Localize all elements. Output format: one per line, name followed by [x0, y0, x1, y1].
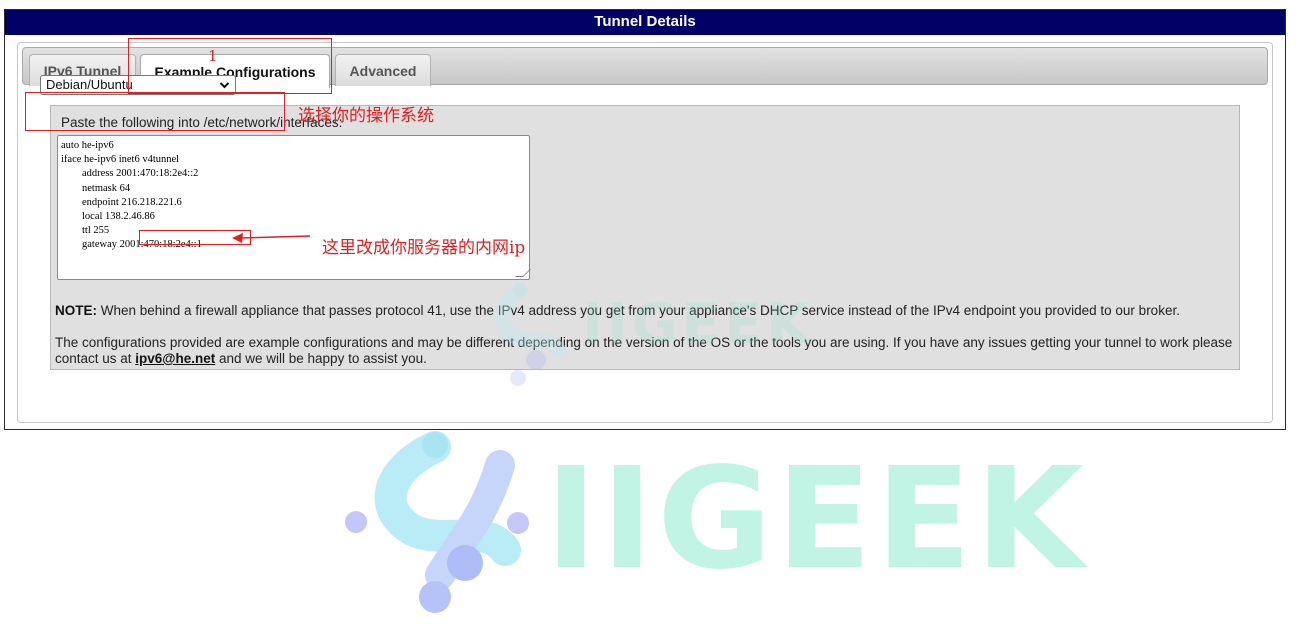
disclaimer-text-end: and we will be happy to assist you. [215, 351, 427, 366]
annotation-change-ip: 这里改成你服务器的内网ip [322, 238, 526, 258]
annotation-select-os: 选择你的操作系统 [298, 106, 434, 126]
config-line: local 138.2.46.86 [61, 210, 155, 222]
resize-handle-icon[interactable] [515, 269, 531, 277]
watermark-text-faint: IIGEEK [582, 292, 814, 357]
note-label: NOTE: [55, 303, 97, 318]
config-textarea[interactable]: auto he-ipv6 iface he-ipv6 inet6 v4tunne… [57, 135, 531, 280]
tab-advanced[interactable]: Advanced [335, 54, 431, 86]
support-email-link[interactable]: ipv6@he.net [135, 351, 215, 366]
config-line: endpoint 216.218.221.6 [61, 196, 182, 208]
watermark-text: IIGEEK [545, 438, 1088, 601]
annotation-ip-highlight [139, 230, 251, 245]
annotation-step-number: 1 [208, 47, 218, 65]
os-select-value: Debian/Ubuntu [46, 77, 133, 92]
config-line: address 2001:470:18:2e4::2 [61, 168, 199, 180]
config-line: iface he-ipv6 inet6 v4tunnel [61, 154, 180, 166]
iigeek-logo-icon [345, 431, 529, 613]
annotation-tab-highlight [128, 38, 332, 94]
panel-title: Tunnel Details [5, 10, 1285, 35]
config-line: auto he-ipv6 [61, 140, 114, 151]
annotation-select-highlight [25, 92, 285, 131]
config-line: netmask 64 [61, 182, 131, 194]
